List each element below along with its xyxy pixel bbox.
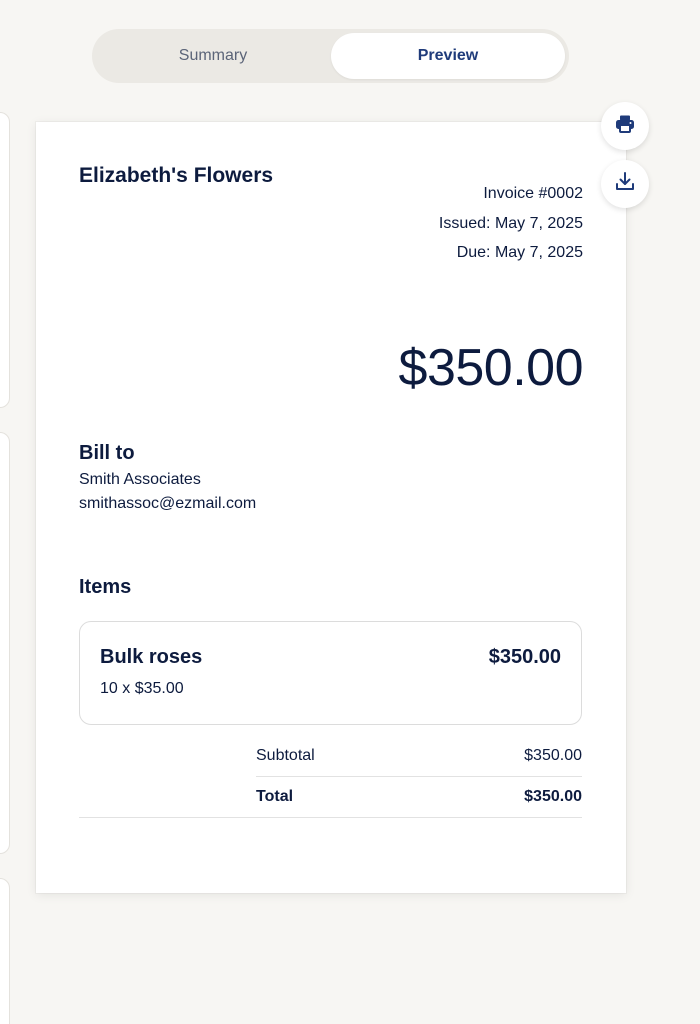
download-icon — [613, 170, 637, 199]
due-date: Due: May 7, 2025 — [456, 244, 583, 261]
subtotal-label: Subtotal — [256, 747, 315, 764]
invoice-document: Elizabeth's Flowers Invoice #0002 Issued… — [36, 122, 626, 893]
printer-icon — [613, 112, 637, 141]
total-value: $350.00 — [524, 788, 582, 805]
invoice-meta: Invoice #0002 Issued: May 7, 2025 Due: M… — [439, 179, 583, 268]
bill-to-heading: Bill to — [79, 442, 135, 464]
totals-section: Subtotal $350.00 Total $350.00 — [79, 736, 582, 818]
invoice-preview-page: Summary Preview Elizabeth's Flowers Invo… — [0, 0, 700, 1024]
items-heading: Items — [79, 576, 132, 598]
tab-preview[interactable]: Preview — [331, 33, 565, 79]
total-row: Total $350.00 — [79, 777, 582, 818]
business-name: Elizabeth's Flowers — [79, 164, 274, 187]
line-item: Bulk roses $350.00 10 x $35.00 — [79, 621, 582, 725]
line-item-name: Bulk roses — [100, 646, 203, 668]
issued-date: Issued: May 7, 2025 — [438, 214, 583, 232]
view-toggle: Summary Preview — [92, 29, 569, 83]
left-panel-card — [0, 878, 10, 1024]
left-panel-card — [0, 112, 10, 408]
subtotal-value: $350.00 — [524, 747, 582, 764]
total-label: Total — [256, 788, 294, 805]
tab-summary[interactable]: Summary — [96, 33, 330, 79]
left-panel-card — [0, 432, 10, 854]
line-item-price: $350.00 — [488, 646, 561, 668]
invoice-number: Invoice #0002 — [483, 185, 583, 202]
client-name: Smith Associates — [79, 471, 201, 488]
client-email: smithassoc@ezmail.com — [79, 495, 257, 512]
print-button[interactable] — [601, 102, 649, 150]
line-item-detail: 10 x $35.00 — [100, 680, 184, 697]
download-button[interactable] — [601, 160, 649, 208]
subtotal-row: Subtotal $350.00 — [79, 736, 582, 777]
invoice-amount: $350.00 — [398, 339, 584, 397]
